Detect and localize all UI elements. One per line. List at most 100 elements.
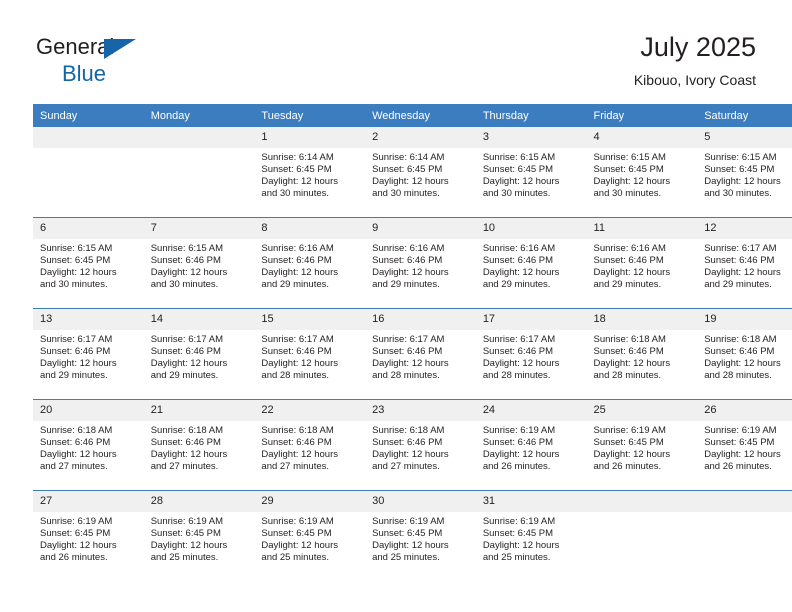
- day-details: Sunrise: 6:16 AM Sunset: 6:46 PM Daylight:…: [254, 239, 365, 291]
- daylight-text-line1: Daylight: 12 hours: [372, 449, 449, 461]
- daylight-text-line1: Daylight: 12 hours: [593, 176, 671, 188]
- daylight-text-line1: Daylight: 12 hours: [372, 358, 449, 370]
- sunrise-text: Sunrise: 6:17 AM: [150, 334, 224, 345]
- day-cell-inner: [697, 491, 792, 581]
- calendar-day-cell[interactable]: 15 Sunrise: 6:17 AM Sunset: 6:46 PM Dayligh…: [254, 308, 366, 400]
- daylight-text-line2: and 27 minutes.: [40, 461, 108, 473]
- day-details: Sunrise: 6:15 AM Sunset: 6:45 PM Daylight:…: [476, 148, 587, 200]
- day-details: Sunrise: 6:17 AM Sunset: 6:46 PM Daylight:…: [33, 330, 144, 382]
- daylight-text-line2: and 29 minutes.: [704, 279, 772, 291]
- calendar-day-cell[interactable]: 3 Sunrise: 6:15 AM Sunset: 6:45 PM Daylight…: [475, 127, 587, 218]
- calendar-day-cell[interactable]: 19 Sunrise: 6:18 AM Sunset: 6:46 PM Dayligh…: [697, 308, 792, 400]
- day-details: Sunrise: 6:19 AM Sunset: 6:45 PM Daylight:…: [476, 512, 587, 564]
- sunrise-text: Sunrise: 6:15 AM: [704, 152, 777, 163]
- calendar-day-cell[interactable]: 4 Sunrise: 6:15 AM Sunset: 6:45 PM Daylight…: [586, 127, 698, 218]
- calendar-day-cell[interactable]: 16 Sunrise: 6:17 AM Sunset: 6:46 PM Dayligh…: [365, 308, 476, 400]
- calendar-day-cell[interactable]: 1 Sunrise: 6:14 AM Sunset: 6:45 PM Daylight…: [254, 127, 366, 218]
- sunset-text: Sunset: 6:46 PM: [704, 255, 775, 267]
- sunset-text: Sunset: 6:46 PM: [704, 346, 775, 358]
- day-cell-inner: 22 Sunrise: 6:18 AM Sunset: 6:46 PM Dayligh…: [254, 400, 366, 490]
- calendar-day-cell[interactable]: 17 Sunrise: 6:17 AM Sunset: 6:46 PM Dayligh…: [475, 308, 587, 400]
- day-details: Sunrise: 6:15 AM Sunset: 6:45 PM Daylight:…: [587, 148, 698, 200]
- calendar-day-cell[interactable]: 12 Sunrise: 6:17 AM Sunset: 6:46 PM Dayligh…: [697, 217, 792, 309]
- calendar-day-cell[interactable]: 10 Sunrise: 6:16 AM Sunset: 6:46 PM Dayligh…: [475, 217, 587, 309]
- day-number: 3: [475, 127, 587, 148]
- daylight-text-line1: Daylight: 12 hours: [482, 176, 560, 188]
- sunset-text: Sunset: 6:46 PM: [372, 255, 443, 267]
- calendar-cell-empty: [697, 490, 792, 581]
- sunset-text: Sunset: 6:46 PM: [372, 437, 443, 449]
- day-cell-inner: 29 Sunrise: 6:19 AM Sunset: 6:45 PM Dayligh…: [254, 491, 366, 581]
- calendar-day-cell[interactable]: 14 Sunrise: 6:17 AM Sunset: 6:46 PM Dayligh…: [143, 308, 255, 400]
- daylight-text-line2: and 27 minutes.: [372, 461, 440, 473]
- sunrise-text: Sunrise: 6:18 AM: [372, 425, 445, 436]
- sunset-text: Sunset: 6:45 PM: [482, 528, 554, 540]
- day-cell-inner: 1 Sunrise: 6:14 AM Sunset: 6:45 PM Daylight…: [254, 127, 366, 217]
- calendar-day-cell[interactable]: 2 Sunrise: 6:14 AM Sunset: 6:45 PM Daylight…: [365, 127, 476, 218]
- page-title: July 2025: [640, 32, 756, 62]
- daylight-text-line2: and 30 minutes.: [261, 188, 330, 200]
- title-block: July 2025 Kibouo, Ivory Coast: [634, 30, 756, 90]
- day-cell-inner: 3 Sunrise: 6:15 AM Sunset: 6:45 PM Daylight…: [475, 127, 587, 217]
- day-cell-inner: 16 Sunrise: 6:17 AM Sunset: 6:46 PM Dayligh…: [365, 309, 476, 399]
- day-number: 21: [143, 400, 255, 421]
- calendar-day-cell[interactable]: 30 Sunrise: 6:19 AM Sunset: 6:45 PM Dayligh…: [365, 490, 476, 581]
- day-details: Sunrise: 6:14 AM Sunset: 6:45 PM Daylight:…: [365, 148, 476, 200]
- sunset-text: Sunset: 6:45 PM: [482, 164, 554, 176]
- day-cell-inner: 25 Sunrise: 6:19 AM Sunset: 6:45 PM Dayligh…: [586, 400, 698, 490]
- daylight-text-line2: and 29 minutes.: [261, 279, 330, 291]
- day-number: 15: [254, 309, 366, 330]
- calendar-day-cell[interactable]: 11 Sunrise: 6:16 AM Sunset: 6:46 PM Dayligh…: [586, 217, 698, 309]
- calendar-day-cell[interactable]: 20 Sunrise: 6:18 AM Sunset: 6:46 PM Dayligh…: [33, 399, 144, 491]
- calendar-day-cell[interactable]: 21 Sunrise: 6:18 AM Sunset: 6:46 PM Dayligh…: [143, 399, 255, 491]
- day-number: 17: [475, 309, 587, 330]
- calendar-day-cell[interactable]: 18 Sunrise: 6:18 AM Sunset: 6:46 PM Dayligh…: [586, 308, 698, 400]
- calendar-day-cell[interactable]: 5 Sunrise: 6:15 AM Sunset: 6:45 PM Daylight…: [697, 127, 792, 218]
- sunset-text: Sunset: 6:46 PM: [372, 346, 443, 358]
- calendar-day-cell[interactable]: 22 Sunrise: 6:18 AM Sunset: 6:46 PM Dayligh…: [254, 399, 366, 491]
- sunset-text: Sunset: 6:45 PM: [704, 437, 775, 449]
- calendar-day-cell[interactable]: 27 Sunrise: 6:19 AM Sunset: 6:45 PM Dayligh…: [33, 490, 144, 581]
- day-number: 1: [254, 127, 366, 148]
- day-cell-inner: 8 Sunrise: 6:16 AM Sunset: 6:46 PM Daylight…: [254, 218, 366, 308]
- sunset-text: Sunset: 6:46 PM: [150, 346, 221, 358]
- day-number: 14: [143, 309, 255, 330]
- calendar-day-cell[interactable]: 7 Sunrise: 6:15 AM Sunset: 6:46 PM Daylight…: [143, 217, 255, 309]
- calendar-day-cell[interactable]: 26 Sunrise: 6:19 AM Sunset: 6:45 PM Dayligh…: [697, 399, 792, 491]
- weekday-header-sunday: Sunday: [33, 104, 144, 127]
- sunset-text: Sunset: 6:46 PM: [40, 346, 111, 358]
- calendar-day-cell[interactable]: 29 Sunrise: 6:19 AM Sunset: 6:45 PM Dayligh…: [254, 490, 366, 581]
- sunrise-text: Sunrise: 6:16 AM: [372, 243, 445, 254]
- calendar-week-row: 1 Sunrise: 6:14 AM Sunset: 6:45 PM Daylight…: [33, 127, 792, 218]
- calendar-day-cell[interactable]: 28 Sunrise: 6:19 AM Sunset: 6:45 PM Dayligh…: [143, 490, 255, 581]
- calendar-day-cell[interactable]: 31 Sunrise: 6:19 AM Sunset: 6:45 PM Dayligh…: [475, 490, 587, 581]
- day-details: Sunrise: 6:15 AM Sunset: 6:45 PM Daylight:…: [33, 239, 144, 291]
- sunset-text: Sunset: 6:45 PM: [40, 255, 111, 267]
- calendar-day-cell[interactable]: 23 Sunrise: 6:18 AM Sunset: 6:46 PM Dayligh…: [365, 399, 476, 491]
- day-cell-inner: 11 Sunrise: 6:16 AM Sunset: 6:46 PM Dayligh…: [586, 218, 698, 308]
- page-header: General Blue July 2025 Kibouo, Ivory Coa…: [0, 0, 792, 100]
- day-cell-inner: 2 Sunrise: 6:14 AM Sunset: 6:45 PM Daylight…: [365, 127, 476, 217]
- daylight-text-line1: Daylight: 12 hours: [40, 358, 117, 370]
- daylight-text-line2: and 30 minutes.: [482, 188, 551, 200]
- day-number: 30: [365, 491, 476, 512]
- sunset-text: Sunset: 6:46 PM: [482, 346, 554, 358]
- day-cell-inner: 6 Sunrise: 6:15 AM Sunset: 6:45 PM Daylight…: [33, 218, 144, 308]
- calendar-day-cell[interactable]: 25 Sunrise: 6:19 AM Sunset: 6:45 PM Dayligh…: [586, 399, 698, 491]
- calendar-day-cell[interactable]: 24 Sunrise: 6:19 AM Sunset: 6:46 PM Dayligh…: [475, 399, 587, 491]
- daylight-text-line2: and 28 minutes.: [482, 370, 551, 382]
- sunset-text: Sunset: 6:45 PM: [704, 164, 775, 176]
- daylight-text-line1: Daylight: 12 hours: [261, 540, 338, 552]
- general-blue-logo[interactable]: General Blue: [36, 36, 236, 88]
- sunrise-text: Sunrise: 6:19 AM: [482, 425, 556, 436]
- calendar-day-cell[interactable]: 8 Sunrise: 6:16 AM Sunset: 6:46 PM Daylight…: [254, 217, 366, 309]
- calendar-day-cell[interactable]: 13 Sunrise: 6:17 AM Sunset: 6:46 PM Dayligh…: [33, 308, 144, 400]
- day-number: 20: [33, 400, 144, 421]
- day-number: 26: [697, 400, 792, 421]
- calendar-day-cell[interactable]: 9 Sunrise: 6:16 AM Sunset: 6:46 PM Daylight…: [365, 217, 476, 309]
- day-details: Sunrise: 6:16 AM Sunset: 6:46 PM Daylight:…: [476, 239, 587, 291]
- weekday-header-wednesday: Wednesday: [365, 104, 476, 127]
- calendar-cell-empty: [143, 127, 255, 218]
- day-details: Sunrise: 6:18 AM Sunset: 6:46 PM Daylight:…: [144, 421, 255, 473]
- calendar-day-cell[interactable]: 6 Sunrise: 6:15 AM Sunset: 6:45 PM Daylight…: [33, 217, 144, 309]
